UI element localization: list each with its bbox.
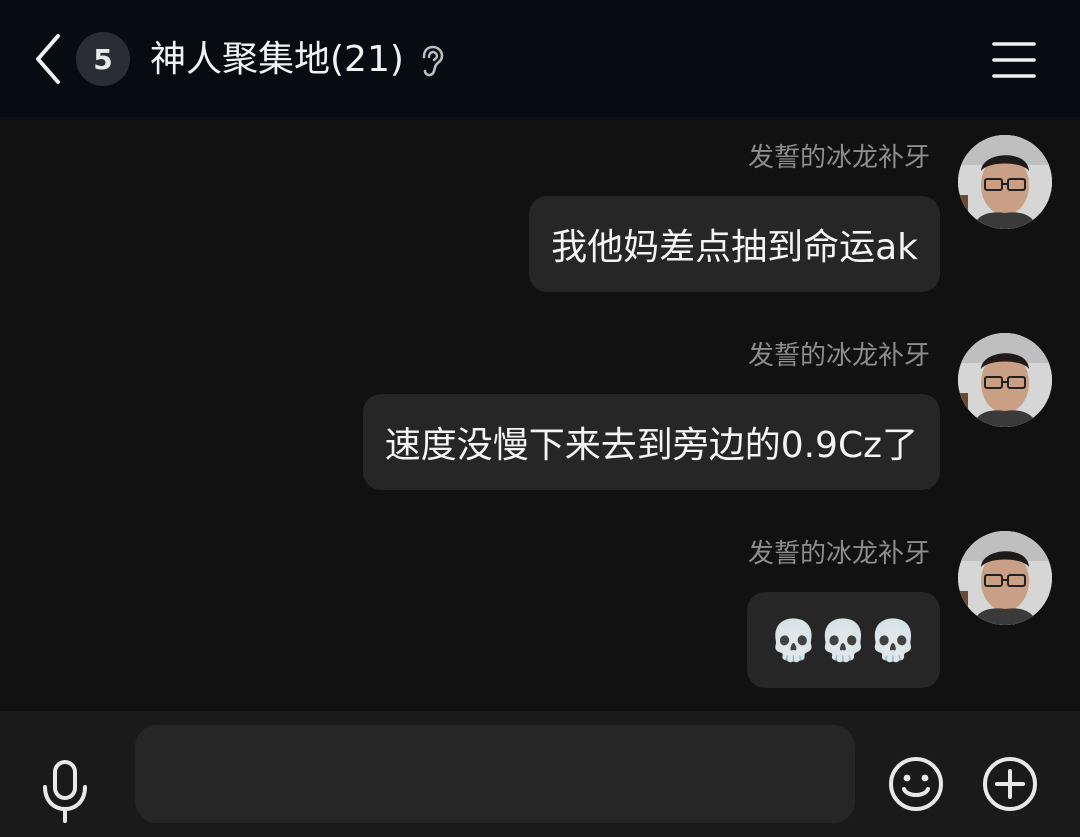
chat-screen: 5 神人聚集地(21) 发誓的冰龙补牙 我他妈差点抽到命运ak 发誓的冰龙补牙 … xyxy=(0,0,1080,837)
composer-bar xyxy=(0,711,1080,837)
sender-name: 发誓的冰龙补牙 xyxy=(747,341,930,371)
ear-icon xyxy=(422,45,444,77)
sender-name: 发誓的冰龙补牙 xyxy=(747,539,930,569)
more-button[interactable] xyxy=(981,755,1039,813)
top-bar: 5 神人聚集地(21) xyxy=(0,0,1080,117)
avatar[interactable] xyxy=(958,333,1052,427)
microphone-icon xyxy=(43,760,87,823)
sender-name: 发誓的冰龙补牙 xyxy=(747,143,930,173)
message-bubble[interactable]: 💀💀💀 xyxy=(746,592,940,688)
message-bubble[interactable]: 速度没慢下来去到旁边的0.9Cz了 xyxy=(362,394,940,490)
menu-button[interactable] xyxy=(990,38,1038,82)
message-list[interactable]: 发誓的冰龙补牙 我他妈差点抽到命运ak 发誓的冰龙补牙 速度没慢下来去到旁边的0… xyxy=(0,117,1080,711)
back-button[interactable] xyxy=(26,30,70,88)
avatar-image xyxy=(958,333,1052,427)
voice-button[interactable] xyxy=(40,759,90,825)
plus-circle-icon xyxy=(983,757,1037,811)
chevron-left-icon xyxy=(36,34,60,84)
avatar[interactable] xyxy=(958,135,1052,229)
hamburger-menu-icon xyxy=(992,42,1036,78)
avatar-image xyxy=(958,531,1052,625)
emoji-button[interactable] xyxy=(887,755,945,813)
message-input[interactable] xyxy=(135,725,855,823)
avatar[interactable] xyxy=(958,531,1052,625)
avatar-image xyxy=(958,135,1052,229)
unread-count-badge[interactable]: 5 xyxy=(76,32,130,86)
smiley-icon xyxy=(889,757,943,811)
chat-title[interactable]: 神人聚集地(21) xyxy=(150,36,404,84)
message-bubble[interactable]: 我他妈差点抽到命运ak xyxy=(529,196,940,292)
